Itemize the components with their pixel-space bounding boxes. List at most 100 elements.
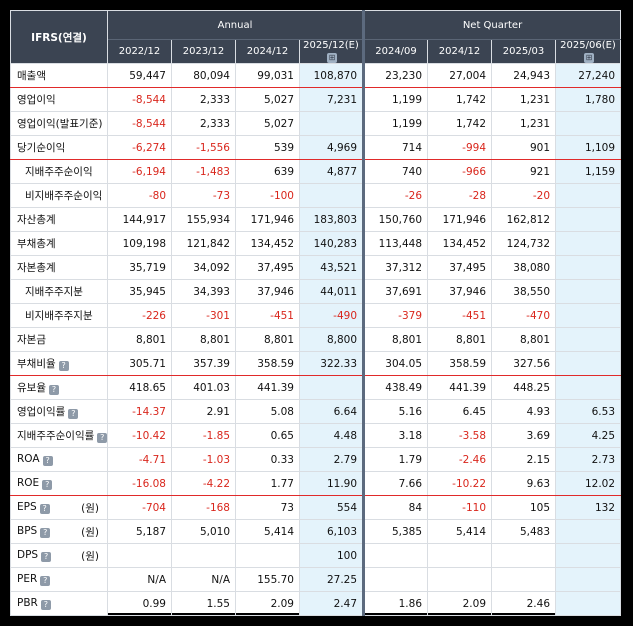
row-label-cell: 자산총계 <box>10 207 108 232</box>
table-row: 유보율? 418.65 401.03 441.39 438.49 441.39 448.25 <box>10 375 622 400</box>
value-cell: 38,080 <box>491 255 557 280</box>
value-cell <box>555 255 622 280</box>
row-label: 지배주주지분 <box>25 286 83 298</box>
help-icon[interactable]: ? <box>68 409 79 419</box>
value-cell: 59,447 <box>107 63 172 88</box>
value-cell: 5,027 <box>235 87 300 112</box>
row-label: EPS <box>17 501 37 513</box>
value-cell: 6.64 <box>298 399 366 424</box>
row-label-cell: 영업이익(발표기준) <box>10 111 108 136</box>
value-cell: N/A <box>171 567 236 592</box>
value-cell: 401.03 <box>171 375 236 400</box>
row-label: 영업이익(발표기준) <box>17 118 103 130</box>
help-icon[interactable]: ? <box>39 504 50 514</box>
value-cell: 35,945 <box>107 279 172 304</box>
row-label-cell: 비지배주주순이익 <box>10 183 108 208</box>
value-cell: -4.22 <box>171 471 236 496</box>
table-row: DPS? (원) 100 <box>10 543 622 568</box>
value-cell <box>555 231 622 256</box>
value-cell: -8,544 <box>107 87 172 112</box>
table-row: 비지배주주지분 -226 -301 -451 -490 -379 -451 -470 <box>10 303 622 328</box>
value-cell: -3.58 <box>427 423 493 448</box>
value-cell: -6,194 <box>107 159 172 184</box>
value-cell: 5,483 <box>491 519 557 544</box>
row-label: 영업이익률 <box>17 406 66 418</box>
value-cell: 108,870 <box>298 63 366 88</box>
value-cell: 99,031 <box>235 63 300 88</box>
value-cell: 5,027 <box>235 111 300 136</box>
help-icon[interactable]: ? <box>40 528 51 538</box>
value-cell: 539 <box>235 135 300 160</box>
value-cell: -16.08 <box>107 471 172 496</box>
value-cell: 35,719 <box>107 255 172 280</box>
help-icon[interactable]: ? <box>40 576 51 586</box>
table-row: 지배주주지분 35,945 34,393 37,946 44,011 37,691 37,9… <box>10 279 622 304</box>
value-cell: -301 <box>171 303 236 328</box>
row-label-cell: 지배주주순이익 <box>10 159 108 184</box>
value-cell: 1,231 <box>491 111 557 136</box>
value-cell: -20 <box>491 183 557 208</box>
value-cell: 8,801 <box>491 327 557 352</box>
value-cell: 0.99 <box>107 591 172 616</box>
value-cell: 740 <box>363 159 429 184</box>
table-row: 영업이익(발표기준) -8,544 2,333 5,027 1,199 1,742 1,23… <box>10 111 622 136</box>
help-icon[interactable]: ? <box>42 456 53 466</box>
value-cell <box>107 543 172 568</box>
table-body: 매출액 59,447 80,094 99,031 108,870 23,230 27,004… <box>10 63 622 616</box>
value-cell: -994 <box>427 135 493 160</box>
value-cell: 155.70 <box>235 567 300 592</box>
annual-group-header: Annual <box>106 10 366 40</box>
help-icon[interactable]: ? <box>97 433 108 443</box>
help-icon[interactable]: ? <box>58 361 69 371</box>
value-cell: -4.71 <box>107 447 172 472</box>
row-label: ROE <box>17 477 40 489</box>
value-cell: 4,877 <box>298 159 366 184</box>
value-cell: 921 <box>491 159 557 184</box>
row-label-cell: 자본금 <box>10 327 108 352</box>
value-cell: 1,109 <box>555 135 622 160</box>
value-cell: 171,946 <box>427 207 493 232</box>
value-cell: 3.69 <box>491 423 557 448</box>
table-header: IFRS(연결) Annual Net Quarter 2022/12 2023/… <box>10 10 622 64</box>
value-cell: 554 <box>298 495 366 520</box>
value-cell: 11.90 <box>298 471 366 496</box>
value-cell: 37,312 <box>363 255 429 280</box>
row-label-cell: 유보율? <box>10 375 108 400</box>
value-cell: -966 <box>427 159 493 184</box>
estimate-info-icon[interactable]: ⊞ <box>584 53 595 63</box>
estimate-info-icon[interactable]: ⊞ <box>327 53 337 63</box>
column-header-label: 2025/03 <box>502 46 545 57</box>
table-row: 자산총계 144,917 155,934 171,946 183,803 150,760 1… <box>10 207 622 232</box>
row-label-cell: EPS? (원) <box>10 495 108 520</box>
value-cell <box>298 111 366 136</box>
row-label: 당기순이익 <box>17 142 66 154</box>
row-label: 지배주주순이익 <box>25 166 93 178</box>
value-cell <box>298 183 366 208</box>
column-header-label: 2023/12 <box>182 46 225 57</box>
row-label: BPS <box>17 525 38 537</box>
value-cell: -14.37 <box>107 399 172 424</box>
value-cell: 0.33 <box>235 447 300 472</box>
value-cell <box>555 567 622 592</box>
value-cell: 171,946 <box>235 207 300 232</box>
help-icon[interactable]: ? <box>48 385 59 395</box>
value-cell: 1,199 <box>363 87 429 112</box>
value-cell: 0.65 <box>235 423 300 448</box>
value-cell: 8,801 <box>235 327 300 352</box>
value-cell <box>427 567 493 592</box>
value-cell: -490 <box>298 303 366 328</box>
value-cell: 2.46 <box>491 591 557 616</box>
column-header-label: 2025/06(E) <box>560 40 616 51</box>
unit-label: (원) <box>81 502 99 514</box>
value-cell: 9.63 <box>491 471 557 496</box>
value-cell: 6.53 <box>555 399 622 424</box>
value-cell: -28 <box>427 183 493 208</box>
column-header-label: 2024/12 <box>246 46 289 57</box>
help-icon[interactable]: ? <box>40 600 51 610</box>
help-icon[interactable]: ? <box>42 480 53 490</box>
value-cell: 1,159 <box>555 159 622 184</box>
value-cell: 1,231 <box>491 87 557 112</box>
value-cell: 2.09 <box>235 591 300 616</box>
help-icon[interactable]: ? <box>41 552 52 562</box>
value-cell: 8,801 <box>107 327 172 352</box>
